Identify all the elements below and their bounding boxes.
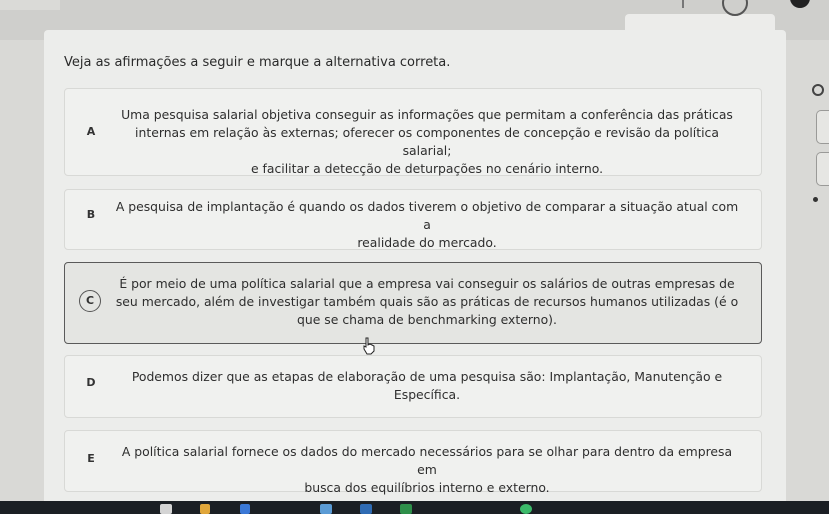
taskbar-app-icon[interactable] <box>360 504 372 514</box>
side-tab-lower[interactable] <box>816 152 829 186</box>
option-e[interactable]: E A política salarial fornece os dados d… <box>64 430 762 495</box>
side-tab-upper[interactable] <box>816 110 829 144</box>
option-letter: A <box>86 125 96 138</box>
option-a[interactable]: A Uma pesquisa salarial objetiva consegu… <box>64 88 762 176</box>
option-text-line: Uma pesquisa salarial objetiva conseguir… <box>121 107 733 122</box>
option-c[interactable]: C É por meio de uma política salarial qu… <box>64 262 762 344</box>
dark-circle-icon[interactable] <box>790 0 810 8</box>
option-text-line: A pesquisa de implantação é quando os da… <box>115 199 739 232</box>
option-text-line: busca dos equilíbrios interno e externo. <box>304 480 550 495</box>
taskbar-chrome-icon[interactable] <box>520 504 532 514</box>
question-prompt: Veja as afirmações a seguir e marque a a… <box>64 55 451 70</box>
option-letter: D <box>86 376 96 389</box>
option-text-line: que se chama de benchmarking externo). <box>297 312 557 327</box>
taskbar-app-icon[interactable] <box>320 504 332 514</box>
option-d[interactable]: D Podemos dizer que as etapas de elabora… <box>64 355 762 418</box>
option-b[interactable]: B A pesquisa de implantação é quando os … <box>64 189 762 250</box>
top-bar-notch <box>0 0 60 10</box>
hand-pointer-icon <box>363 337 375 355</box>
option-text-line: seu mercado, além de investigar também q… <box>115 294 739 309</box>
taskbar-folder-icon[interactable] <box>200 504 210 514</box>
os-taskbar <box>0 501 829 514</box>
option-text: É por meio de uma política salarial que … <box>111 275 743 329</box>
option-text: Uma pesquisa salarial objetiva conseguir… <box>111 106 743 178</box>
option-text: A política salarial fornece os dados do … <box>111 443 743 497</box>
side-dot-icon <box>813 197 818 202</box>
magnifier-icon[interactable] <box>812 84 824 96</box>
option-text-line: A política salarial fornece os dados do … <box>121 444 733 477</box>
option-text: A pesquisa de implantação é quando os da… <box>111 198 743 252</box>
option-text-line: Específica. <box>393 387 461 402</box>
option-text-line: É por meio de uma política salarial que … <box>119 276 735 291</box>
option-text: Podemos dizer que as etapas de elaboraçã… <box>111 368 743 404</box>
option-text-line: realidade do mercado. <box>357 235 497 250</box>
option-text-line: internas em relação às externas; oferece… <box>135 125 719 158</box>
option-text-line: Podemos dizer que as etapas de elaboraçã… <box>131 369 723 384</box>
option-text-line: e facilitar a detecção de deturpações no… <box>250 161 604 176</box>
option-letter: B <box>86 208 96 221</box>
option-letter: C <box>79 290 101 312</box>
taskbar-app-icon[interactable] <box>400 504 412 514</box>
taskbar-app-icon[interactable] <box>160 504 172 514</box>
top-tick-mark <box>682 0 684 8</box>
taskbar-app-icon[interactable] <box>240 504 250 514</box>
option-letter: E <box>87 452 95 465</box>
